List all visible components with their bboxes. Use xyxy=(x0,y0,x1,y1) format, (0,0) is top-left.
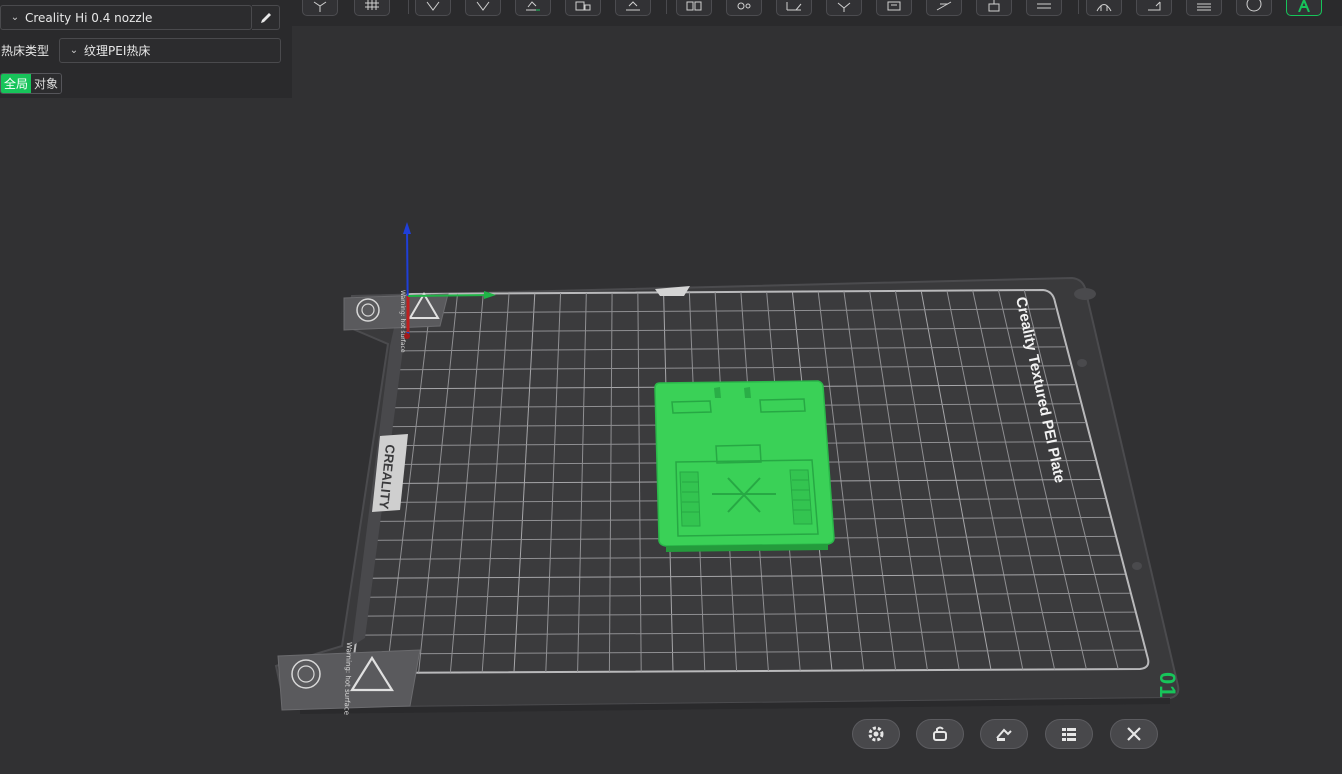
lay-on-face-icon[interactable] xyxy=(615,0,651,16)
plate-number: 01 xyxy=(1155,672,1180,699)
lock-plate-button[interactable] xyxy=(916,719,964,749)
plate-settings-gear-icon xyxy=(868,726,884,742)
mesh-boolean-icon[interactable] xyxy=(1236,0,1272,16)
close-plate-icon xyxy=(1127,727,1141,741)
plate-peg xyxy=(1074,288,1096,300)
settings-gear-icon[interactable] xyxy=(726,0,762,16)
auto-orient-icon[interactable] xyxy=(515,0,551,16)
split-objects-icon[interactable] xyxy=(676,0,712,16)
top-left-badge xyxy=(343,292,449,331)
warning-text-top: Warning: hot surface xyxy=(399,290,406,353)
scale-icon[interactable] xyxy=(976,0,1012,16)
auto-arrange-button[interactable] xyxy=(980,719,1028,749)
variable-layer-icon[interactable] xyxy=(1136,0,1172,16)
color-paint-icon[interactable] xyxy=(1186,0,1222,16)
measure-icon[interactable] xyxy=(776,0,812,16)
pencil-icon xyxy=(260,12,271,23)
lock-plate-icon xyxy=(933,726,947,741)
a-text-icon[interactable] xyxy=(1286,0,1322,16)
build-plate-scene[interactable]: CREALITY Warning: hot surface Warning: h… xyxy=(0,26,1342,774)
plate-list-button[interactable] xyxy=(1045,719,1093,749)
rotate-icon[interactable] xyxy=(1026,0,1062,16)
cube-view-icon[interactable] xyxy=(302,0,338,16)
plate-settings-button[interactable] xyxy=(852,719,900,749)
printer-preset-label: Creality Hi 0.4 nozzle xyxy=(25,10,153,25)
3d-viewport[interactable]: CREALITY Warning: hot surface Warning: h… xyxy=(0,26,1342,774)
top-toolbar xyxy=(292,0,1342,26)
close-plate-button[interactable] xyxy=(1110,719,1158,749)
add-object-icon[interactable] xyxy=(415,0,451,16)
auto-arrange-icon xyxy=(996,728,1012,741)
chevron-down-icon: ⌄ xyxy=(10,12,20,23)
remove-object-icon[interactable] xyxy=(465,0,501,16)
cut-icon[interactable] xyxy=(826,0,862,16)
support-paint-icon[interactable] xyxy=(876,0,912,16)
grid-layout-icon[interactable] xyxy=(354,0,390,16)
seam-paint-icon[interactable] xyxy=(926,0,962,16)
model-object[interactable] xyxy=(654,380,835,552)
assembly-icon[interactable] xyxy=(1086,0,1122,16)
arrange-icon[interactable] xyxy=(565,0,601,16)
plate-list-icon xyxy=(1062,728,1076,741)
